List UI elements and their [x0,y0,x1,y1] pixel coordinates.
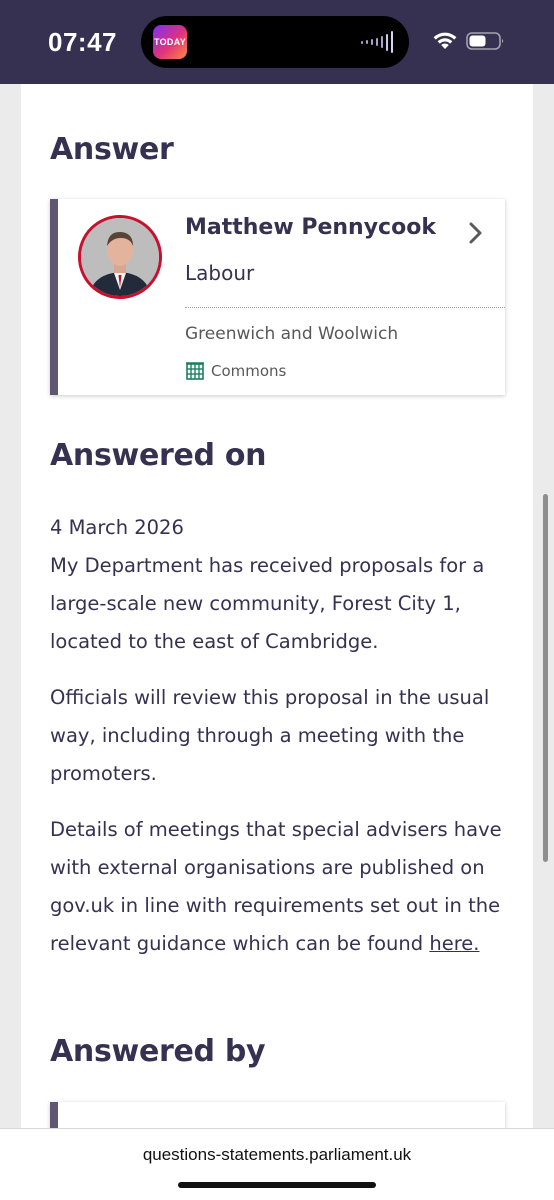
battery-icon [466,32,504,50]
browser-address-bar[interactable]: questions-statements.parliament.uk [0,1128,554,1200]
member-name[interactable]: Matthew Pennycook [185,215,436,240]
portcullis-icon [186,362,204,380]
member-portrait [81,218,159,296]
url-text[interactable]: questions-statements.parliament.uk [0,1145,554,1165]
answer-paragraph-1: My Department has received proposals for… [50,554,485,653]
guidance-link[interactable]: here. [429,932,479,955]
answer-body: 4 March 2026 My Department has received … [50,509,510,981]
app-badge-label: TODAY [153,37,186,47]
answer-paragraph-2: Officials will review this proposal in t… [50,686,490,785]
member-party: Labour [185,261,255,285]
clock: 07:47 [48,27,117,57]
house-label: Commons [211,362,287,380]
wifi-icon [433,32,457,49]
answer-date: 4 March 2026 [50,516,184,539]
member-constituency: Greenwich and Woolwich [185,324,399,344]
audio-bars-icon [361,30,393,54]
answer-paragraph-3: Details of meetings that special adviser… [50,811,510,963]
today-app-icon[interactable]: TODAY [153,25,187,59]
dynamic-island[interactable]: TODAY [141,16,409,68]
house-row: Commons [185,361,286,381]
member-card[interactable]: Matthew Pennycook Labour Greenwich and W… [50,199,505,395]
home-indicator[interactable] [178,1182,376,1188]
card-divider [185,307,505,308]
status-bar: 07:47 TODAY [0,0,554,84]
scrollbar[interactable] [543,494,548,862]
member-avatar [78,215,162,299]
page-content: Answer Matthew Pennycook Labour Greenwic… [21,84,533,1142]
answered-on-heading: Answered on [50,438,267,473]
answer-heading: Answer [50,132,174,167]
answered-by-heading: Answered by [50,1034,266,1069]
chevron-right-icon[interactable] [468,221,484,245]
